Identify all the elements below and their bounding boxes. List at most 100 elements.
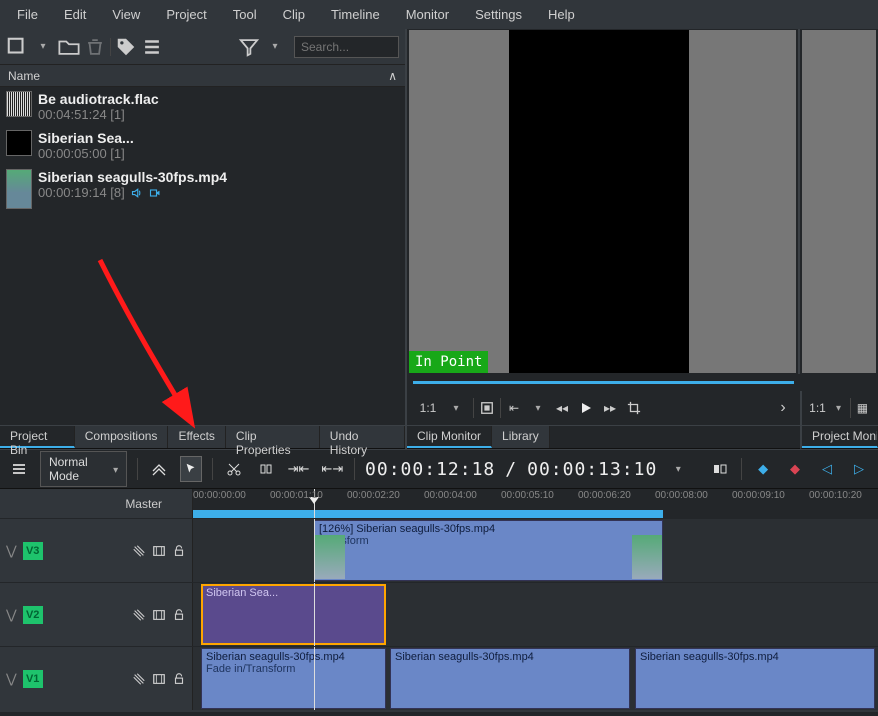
clip-title: [126%] Siberian seagulls-30fps.mp4: [319, 523, 658, 535]
track-visible-icon[interactable]: [152, 672, 166, 686]
track-effects-icon[interactable]: [132, 672, 146, 686]
play-icon[interactable]: [575, 397, 597, 419]
add-clip-icon[interactable]: [6, 36, 28, 58]
track-label[interactable]: V3: [23, 542, 43, 560]
tab-clip-properties[interactable]: Clip Properties: [226, 426, 320, 448]
in-point-badge: In Point: [409, 351, 488, 373]
bin-item[interactable]: Siberian Sea... 00:00:05:00 [1]: [0, 126, 405, 165]
track-visible-icon[interactable]: [152, 608, 166, 622]
project-monitor-viewport[interactable]: [802, 30, 876, 373]
timeline-position-timecode[interactable]: 00:00:12:18: [365, 459, 495, 480]
track-content[interactable]: Siberian Sea...: [193, 583, 878, 646]
tab-library[interactable]: Library: [492, 426, 550, 448]
ruler-tick: 00:00:06:20: [578, 490, 631, 501]
menu-clip[interactable]: Clip: [270, 7, 318, 22]
bin-item[interactable]: Be audiotrack.flac 00:04:51:24 [1]: [0, 87, 405, 126]
delete-icon[interactable]: [84, 36, 106, 58]
track-collapse-icon[interactable]: ⋁: [6, 543, 17, 559]
filter-dropdown[interactable]: [264, 36, 286, 58]
marker-blue-icon[interactable]: ◆: [752, 456, 774, 482]
menu-tool[interactable]: Tool: [220, 7, 270, 22]
timeline-clip[interactable]: Siberian seagulls-30fps.mp4: [390, 648, 630, 709]
tab-project-bin[interactable]: Project Bin: [0, 426, 75, 448]
seek-start-dropdown[interactable]: [527, 397, 549, 419]
tab-project-monitor[interactable]: Project Monitor: [802, 426, 878, 448]
timeline-clip[interactable]: Siberian seagulls-30fps.mp4: [635, 648, 875, 709]
timeline-master-header[interactable]: Master: [0, 489, 193, 518]
clip-title: Siberian seagulls-30fps.mp4: [395, 651, 625, 663]
ruler-tick: 00:00:05:10: [501, 490, 554, 501]
track-lock-icon[interactable]: [172, 672, 186, 686]
next-icon[interactable]: ›: [772, 397, 794, 419]
track-visible-icon[interactable]: [152, 544, 166, 558]
menu-help[interactable]: Help: [535, 7, 588, 22]
filter-icon[interactable]: [238, 36, 260, 58]
menu-timeline[interactable]: Timeline: [318, 7, 393, 22]
overwrite-icon[interactable]: ⇤⇥: [320, 456, 344, 482]
zone-icon[interactable]: [709, 456, 731, 482]
bin-item-name: Siberian Sea...: [38, 130, 134, 146]
menu-project[interactable]: Project: [153, 7, 219, 22]
timeline-clip[interactable]: Siberian Sea...: [201, 584, 386, 645]
grid-icon[interactable]: ▦: [853, 397, 872, 419]
track-collapse-icon[interactable]: ⋁: [6, 607, 17, 623]
menu-view[interactable]: View: [99, 7, 153, 22]
seek-start-icon[interactable]: ⇤: [503, 397, 525, 419]
track-header[interactable]: ⋁ V3: [0, 519, 193, 582]
search-input[interactable]: [294, 36, 399, 58]
timeline: Master 00:00:00:0000:00:01:1000:00:02:20…: [0, 489, 878, 712]
track-effects-icon[interactable]: [132, 608, 146, 622]
bin-column-header[interactable]: Name ∧: [0, 65, 405, 87]
forward-icon[interactable]: ▸▸: [599, 397, 621, 419]
track-content[interactable]: [126%] Siberian seagulls-30fps.mp4Transf…: [193, 519, 878, 582]
insert-icon[interactable]: ⇥⇤: [287, 456, 311, 482]
timeline-track: ⋁ V2 Siberian Sea...: [0, 582, 878, 646]
tab-clip-monitor[interactable]: Clip Monitor: [407, 426, 492, 448]
fullscreen-icon[interactable]: [476, 397, 498, 419]
add-clip-dropdown[interactable]: [32, 36, 54, 58]
playhead-line: [314, 519, 315, 582]
timeline-zone-band: [193, 510, 663, 518]
menu-file[interactable]: File: [4, 7, 51, 22]
marker-next-icon[interactable]: ▷: [848, 456, 870, 482]
timeline-ruler[interactable]: 00:00:00:0000:00:01:1000:00:02:2000:00:0…: [193, 489, 878, 518]
bin-item-meta: 00:00:05:00 [1]: [38, 146, 134, 161]
compositing-icon[interactable]: [148, 456, 170, 482]
track-lock-icon[interactable]: [172, 544, 186, 558]
marker-prev-icon[interactable]: ◁: [816, 456, 838, 482]
timeline-clip[interactable]: [126%] Siberian seagulls-30fps.mp4Transf…: [314, 520, 663, 581]
marker-red-icon[interactable]: ◆: [784, 456, 806, 482]
tab-compositions[interactable]: Compositions: [75, 426, 169, 448]
track-header[interactable]: ⋁ V2: [0, 583, 193, 646]
track-label[interactable]: V2: [23, 606, 43, 624]
bin-item-meta: 00:04:51:24 [1]: [38, 107, 159, 122]
menu-monitor[interactable]: Monitor: [393, 7, 462, 22]
timeline-clip[interactable]: Siberian seagulls-30fps.mp4Fade in/Trans…: [201, 648, 386, 709]
track-content[interactable]: Siberian seagulls-30fps.mp4Fade in/Trans…: [193, 647, 878, 710]
folder-icon[interactable]: [58, 36, 80, 58]
hamburger-icon[interactable]: [8, 456, 30, 482]
monitor-ruler[interactable]: [407, 374, 878, 391]
timecode-dropdown[interactable]: [667, 456, 689, 482]
crop-icon[interactable]: [623, 397, 645, 419]
clip-monitor-viewport[interactable]: In Point: [409, 30, 796, 373]
pointer-tool-icon[interactable]: [180, 456, 202, 482]
track-header[interactable]: ⋁ V1: [0, 647, 193, 710]
spacer-tool-icon[interactable]: [255, 456, 277, 482]
tab-undo-history[interactable]: Undo History: [320, 426, 405, 448]
rewind-icon[interactable]: ◂◂: [551, 397, 573, 419]
track-effects-icon[interactable]: [132, 544, 146, 558]
list-icon[interactable]: [141, 36, 163, 58]
zoom-dropdown-2[interactable]: [829, 397, 848, 419]
menu-settings[interactable]: Settings: [462, 7, 535, 22]
track-collapse-icon[interactable]: ⋁: [6, 671, 17, 687]
edit-mode-select[interactable]: Normal Mode: [40, 451, 127, 487]
tag-icon[interactable]: [115, 36, 137, 58]
cut-tool-icon[interactable]: [223, 456, 245, 482]
track-label[interactable]: V1: [23, 670, 43, 688]
bin-item[interactable]: Siberian seagulls-30fps.mp4 00:00:19:14 …: [0, 165, 405, 213]
zoom-dropdown[interactable]: [445, 397, 467, 419]
tab-effects[interactable]: Effects: [168, 426, 225, 448]
menu-edit[interactable]: Edit: [51, 7, 99, 22]
track-lock-icon[interactable]: [172, 608, 186, 622]
